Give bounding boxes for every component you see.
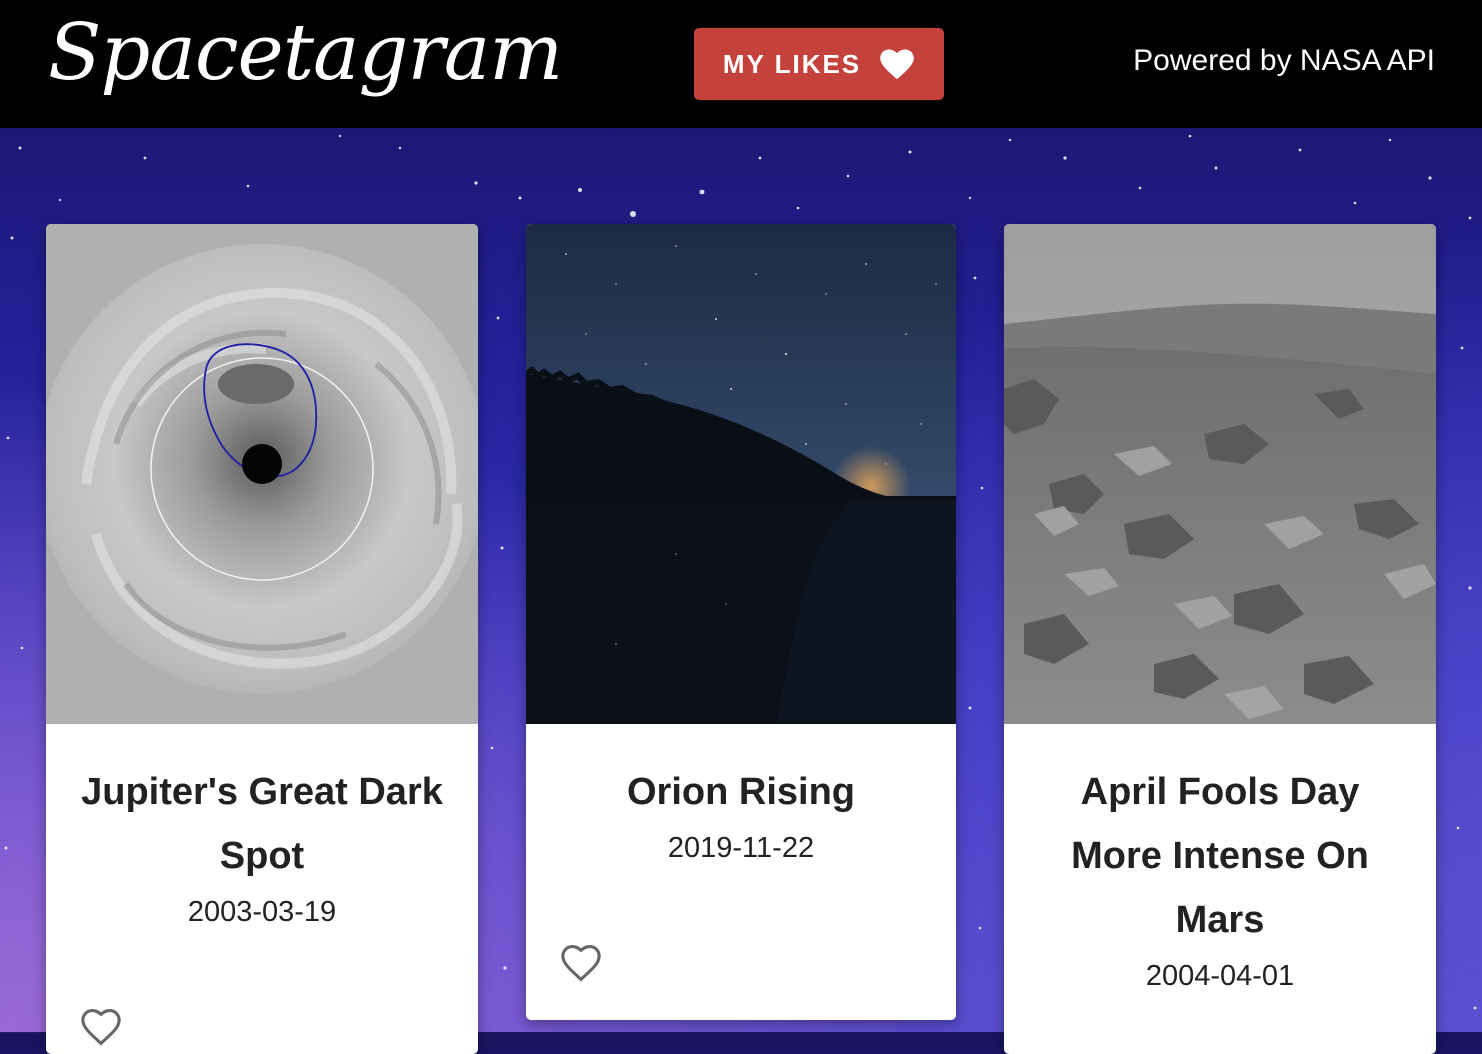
card-title: Orion Rising <box>627 771 855 813</box>
card-date: 2004-04-01 <box>1145 960 1295 992</box>
my-likes-button[interactable]: MY LIKES <box>694 28 944 100</box>
top-nav-bar: Spacetagram MY LIKES Powered by NASA API <box>0 0 1482 128</box>
my-likes-label: MY LIKES <box>722 48 862 79</box>
mars-landscape-image <box>1004 224 1436 724</box>
heart-filled-icon <box>880 49 914 80</box>
app-logo[interactable]: Spacetagram <box>48 14 563 92</box>
heart-outline-icon[interactable] <box>80 1008 122 1046</box>
powered-by-text: Powered by NASA API <box>1133 44 1435 77</box>
jupiter-dark-spot-image <box>46 224 478 724</box>
heart-outline-icon[interactable] <box>560 944 602 982</box>
apod-card: April Fools Day More Intense On Mars 200… <box>1004 224 1436 1054</box>
apod-card: Jupiter's Great Dark Spot 2003-03-19 <box>46 224 478 1054</box>
card-title: Jupiter's Great Dark Spot <box>81 771 443 877</box>
apod-card: Orion Rising 2019-11-22 <box>526 224 956 1020</box>
card-date: 2003-03-19 <box>187 896 337 928</box>
card-title: April Fools Day More Intense On Mars <box>1071 771 1369 941</box>
orion-rising-image <box>526 224 956 724</box>
card-date: 2019-11-22 <box>667 832 815 864</box>
